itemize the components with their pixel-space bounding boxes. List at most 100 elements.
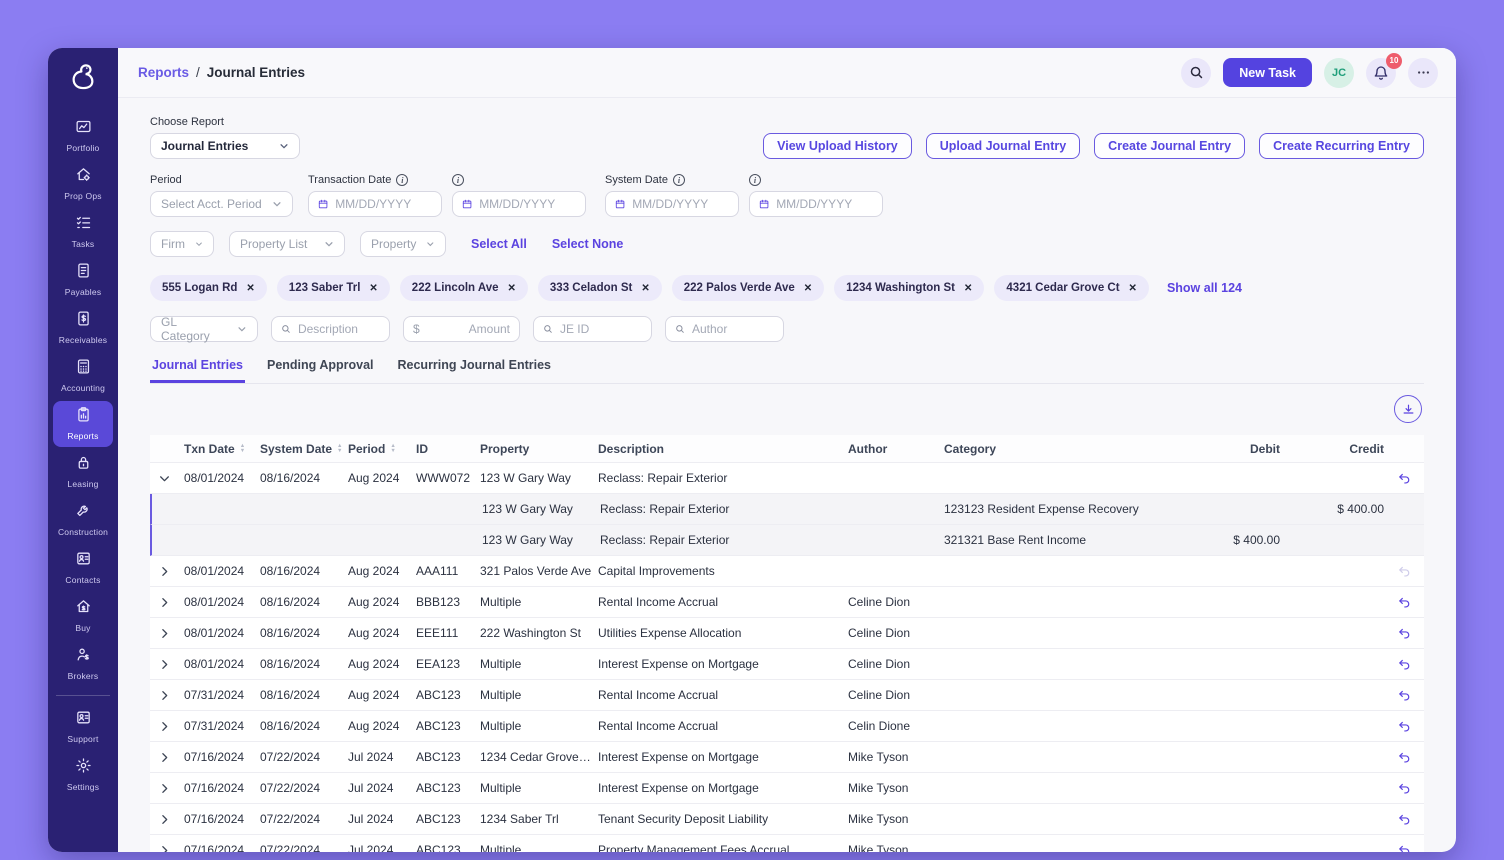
reverse-entry-button[interactable] <box>1390 688 1424 703</box>
amount-filter[interactable]: $ <box>403 316 520 342</box>
sidebar-item-construction[interactable]: Construction <box>53 497 113 543</box>
tab-recurring-journal-entries[interactable]: Recurring Journal Entries <box>396 356 554 383</box>
sort-icon[interactable]: ▲▼ <box>240 444 245 453</box>
info-icon[interactable]: i <box>396 174 408 186</box>
expand-row-button[interactable] <box>150 844 184 853</box>
chip-remove-icon[interactable]: ✕ <box>964 283 972 294</box>
topbar: Reports / Journal Entries New Task JC 10 <box>118 48 1456 98</box>
sidebar-item-portfolio[interactable]: Portfolio <box>53 113 113 159</box>
reverse-entry-button[interactable] <box>1390 750 1424 765</box>
info-icon[interactable]: i <box>749 174 761 186</box>
transaction-date-start-input[interactable] <box>335 197 432 211</box>
column-header-txn-date[interactable]: Txn Date▲▼ <box>184 442 260 456</box>
chip-remove-icon[interactable]: ✕ <box>246 283 254 294</box>
sidebar-item-support[interactable]: Support <box>53 704 113 750</box>
je-id-search[interactable] <box>533 316 652 342</box>
description-search[interactable] <box>271 316 390 342</box>
info-icon[interactable]: i <box>673 174 685 186</box>
sidebar-item-buy[interactable]: Buy <box>53 593 113 639</box>
property-list-select[interactable]: Property List <box>229 231 345 257</box>
author-input[interactable] <box>692 322 774 336</box>
property-select[interactable]: Property <box>360 231 446 257</box>
report-select[interactable]: Journal Entries <box>150 133 300 159</box>
upload-journal-entry-button[interactable]: Upload Journal Entry <box>926 133 1080 159</box>
je-id-input[interactable] <box>560 322 642 336</box>
sort-icon[interactable]: ▲▼ <box>390 444 395 453</box>
reverse-entry-button[interactable] <box>1390 657 1424 672</box>
firm-select[interactable]: Firm <box>150 231 214 257</box>
sidebar-item-settings[interactable]: Settings <box>53 752 113 798</box>
expand-row-button[interactable] <box>150 658 184 671</box>
transaction-date-end-input[interactable] <box>479 197 576 211</box>
expand-row-button[interactable] <box>150 472 184 485</box>
column-header-period[interactable]: Period▲▼ <box>348 442 416 456</box>
select-none-button[interactable]: Select None <box>552 237 624 251</box>
expand-row-button[interactable] <box>150 689 184 702</box>
amount-input[interactable] <box>427 322 510 336</box>
tabs: Journal Entries Pending Approval Recurring… <box>150 356 1424 384</box>
chip-remove-icon[interactable]: ✕ <box>641 283 649 294</box>
sidebar-item-leasing[interactable]: Leasing <box>53 449 113 495</box>
expand-row-button[interactable] <box>150 720 184 733</box>
sidebar-item-accounting[interactable]: Accounting <box>53 353 113 399</box>
expand-row-button[interactable] <box>150 813 184 826</box>
expand-row-button[interactable] <box>150 751 184 764</box>
system-date-start[interactable] <box>605 191 739 217</box>
info-icon[interactable]: i <box>452 174 464 186</box>
sidebar-item-contacts[interactable]: Contacts <box>53 545 113 591</box>
reverse-entry-button[interactable] <box>1390 564 1424 579</box>
gl-category-select[interactable]: GL Category <box>150 316 258 342</box>
reverse-entry-button[interactable] <box>1390 843 1424 853</box>
expand-row-button[interactable] <box>150 596 184 609</box>
author-search[interactable] <box>665 316 784 342</box>
avatar[interactable]: JC <box>1324 58 1354 88</box>
chip-remove-icon[interactable]: ✕ <box>369 283 377 294</box>
column-header-system-date[interactable]: System Date▲▼ <box>260 442 348 456</box>
view-upload-history-button[interactable]: View Upload History <box>763 133 912 159</box>
system-date-end[interactable] <box>749 191 883 217</box>
notifications-button[interactable]: 10 <box>1366 58 1396 88</box>
reverse-entry-button[interactable] <box>1390 595 1424 610</box>
transaction-date-start[interactable] <box>308 191 442 217</box>
expand-row-button[interactable] <box>150 627 184 640</box>
tab-journal-entries[interactable]: Journal Entries <box>150 356 245 383</box>
period-select[interactable]: Select Acct. Period <box>150 191 293 217</box>
sidebar-item-payables[interactable]: Payables <box>53 257 113 303</box>
sidebar-item-reports[interactable]: Reports <box>53 401 113 447</box>
sidebar-item-prop-ops[interactable]: Prop Ops <box>53 161 113 207</box>
more-menu-button[interactable] <box>1408 58 1438 88</box>
expand-row-button[interactable] <box>150 565 184 578</box>
create-recurring-entry-button[interactable]: Create Recurring Entry <box>1259 133 1424 159</box>
reverse-entry-button[interactable] <box>1390 781 1424 796</box>
tab-pending-approval[interactable]: Pending Approval <box>265 356 376 383</box>
property-select-value: Property <box>371 237 416 251</box>
breadcrumb-parent[interactable]: Reports <box>138 65 189 80</box>
reverse-entry-button[interactable] <box>1390 471 1424 486</box>
chip-remove-icon[interactable]: ✕ <box>1129 283 1137 294</box>
notification-badge: 10 <box>1386 53 1402 69</box>
download-button[interactable] <box>1394 395 1422 423</box>
sidebar-item-tasks[interactable]: Tasks <box>53 209 113 255</box>
reverse-entry-button[interactable] <box>1390 626 1424 641</box>
system-date-end-input[interactable] <box>776 197 873 211</box>
reverse-entry-button[interactable] <box>1390 812 1424 827</box>
app-logo[interactable] <box>48 48 118 106</box>
system-date-start-input[interactable] <box>632 197 729 211</box>
cell-description: Rental Income Accrual <box>598 719 848 733</box>
select-all-button[interactable]: Select All <box>471 237 527 251</box>
sidebar-item-label: Tasks <box>72 239 95 249</box>
description-input[interactable] <box>298 322 380 336</box>
sidebar-item-brokers[interactable]: Brokers <box>53 641 113 687</box>
sort-icon[interactable]: ▲▼ <box>337 444 342 453</box>
reverse-entry-button[interactable] <box>1390 719 1424 734</box>
expand-row-button[interactable] <box>150 782 184 795</box>
transaction-date-end[interactable] <box>452 191 586 217</box>
sidebar-item-receivables[interactable]: Receivables <box>53 305 113 351</box>
chip-remove-icon[interactable]: ✕ <box>804 283 812 294</box>
cell-description: Interest Expense on Mortgage <box>598 781 848 795</box>
search-button[interactable] <box>1181 58 1211 88</box>
chip-remove-icon[interactable]: ✕ <box>508 283 516 294</box>
new-task-button[interactable]: New Task <box>1223 58 1312 87</box>
show-all-link[interactable]: Show all 124 <box>1167 281 1242 295</box>
create-journal-entry-button[interactable]: Create Journal Entry <box>1094 133 1245 159</box>
